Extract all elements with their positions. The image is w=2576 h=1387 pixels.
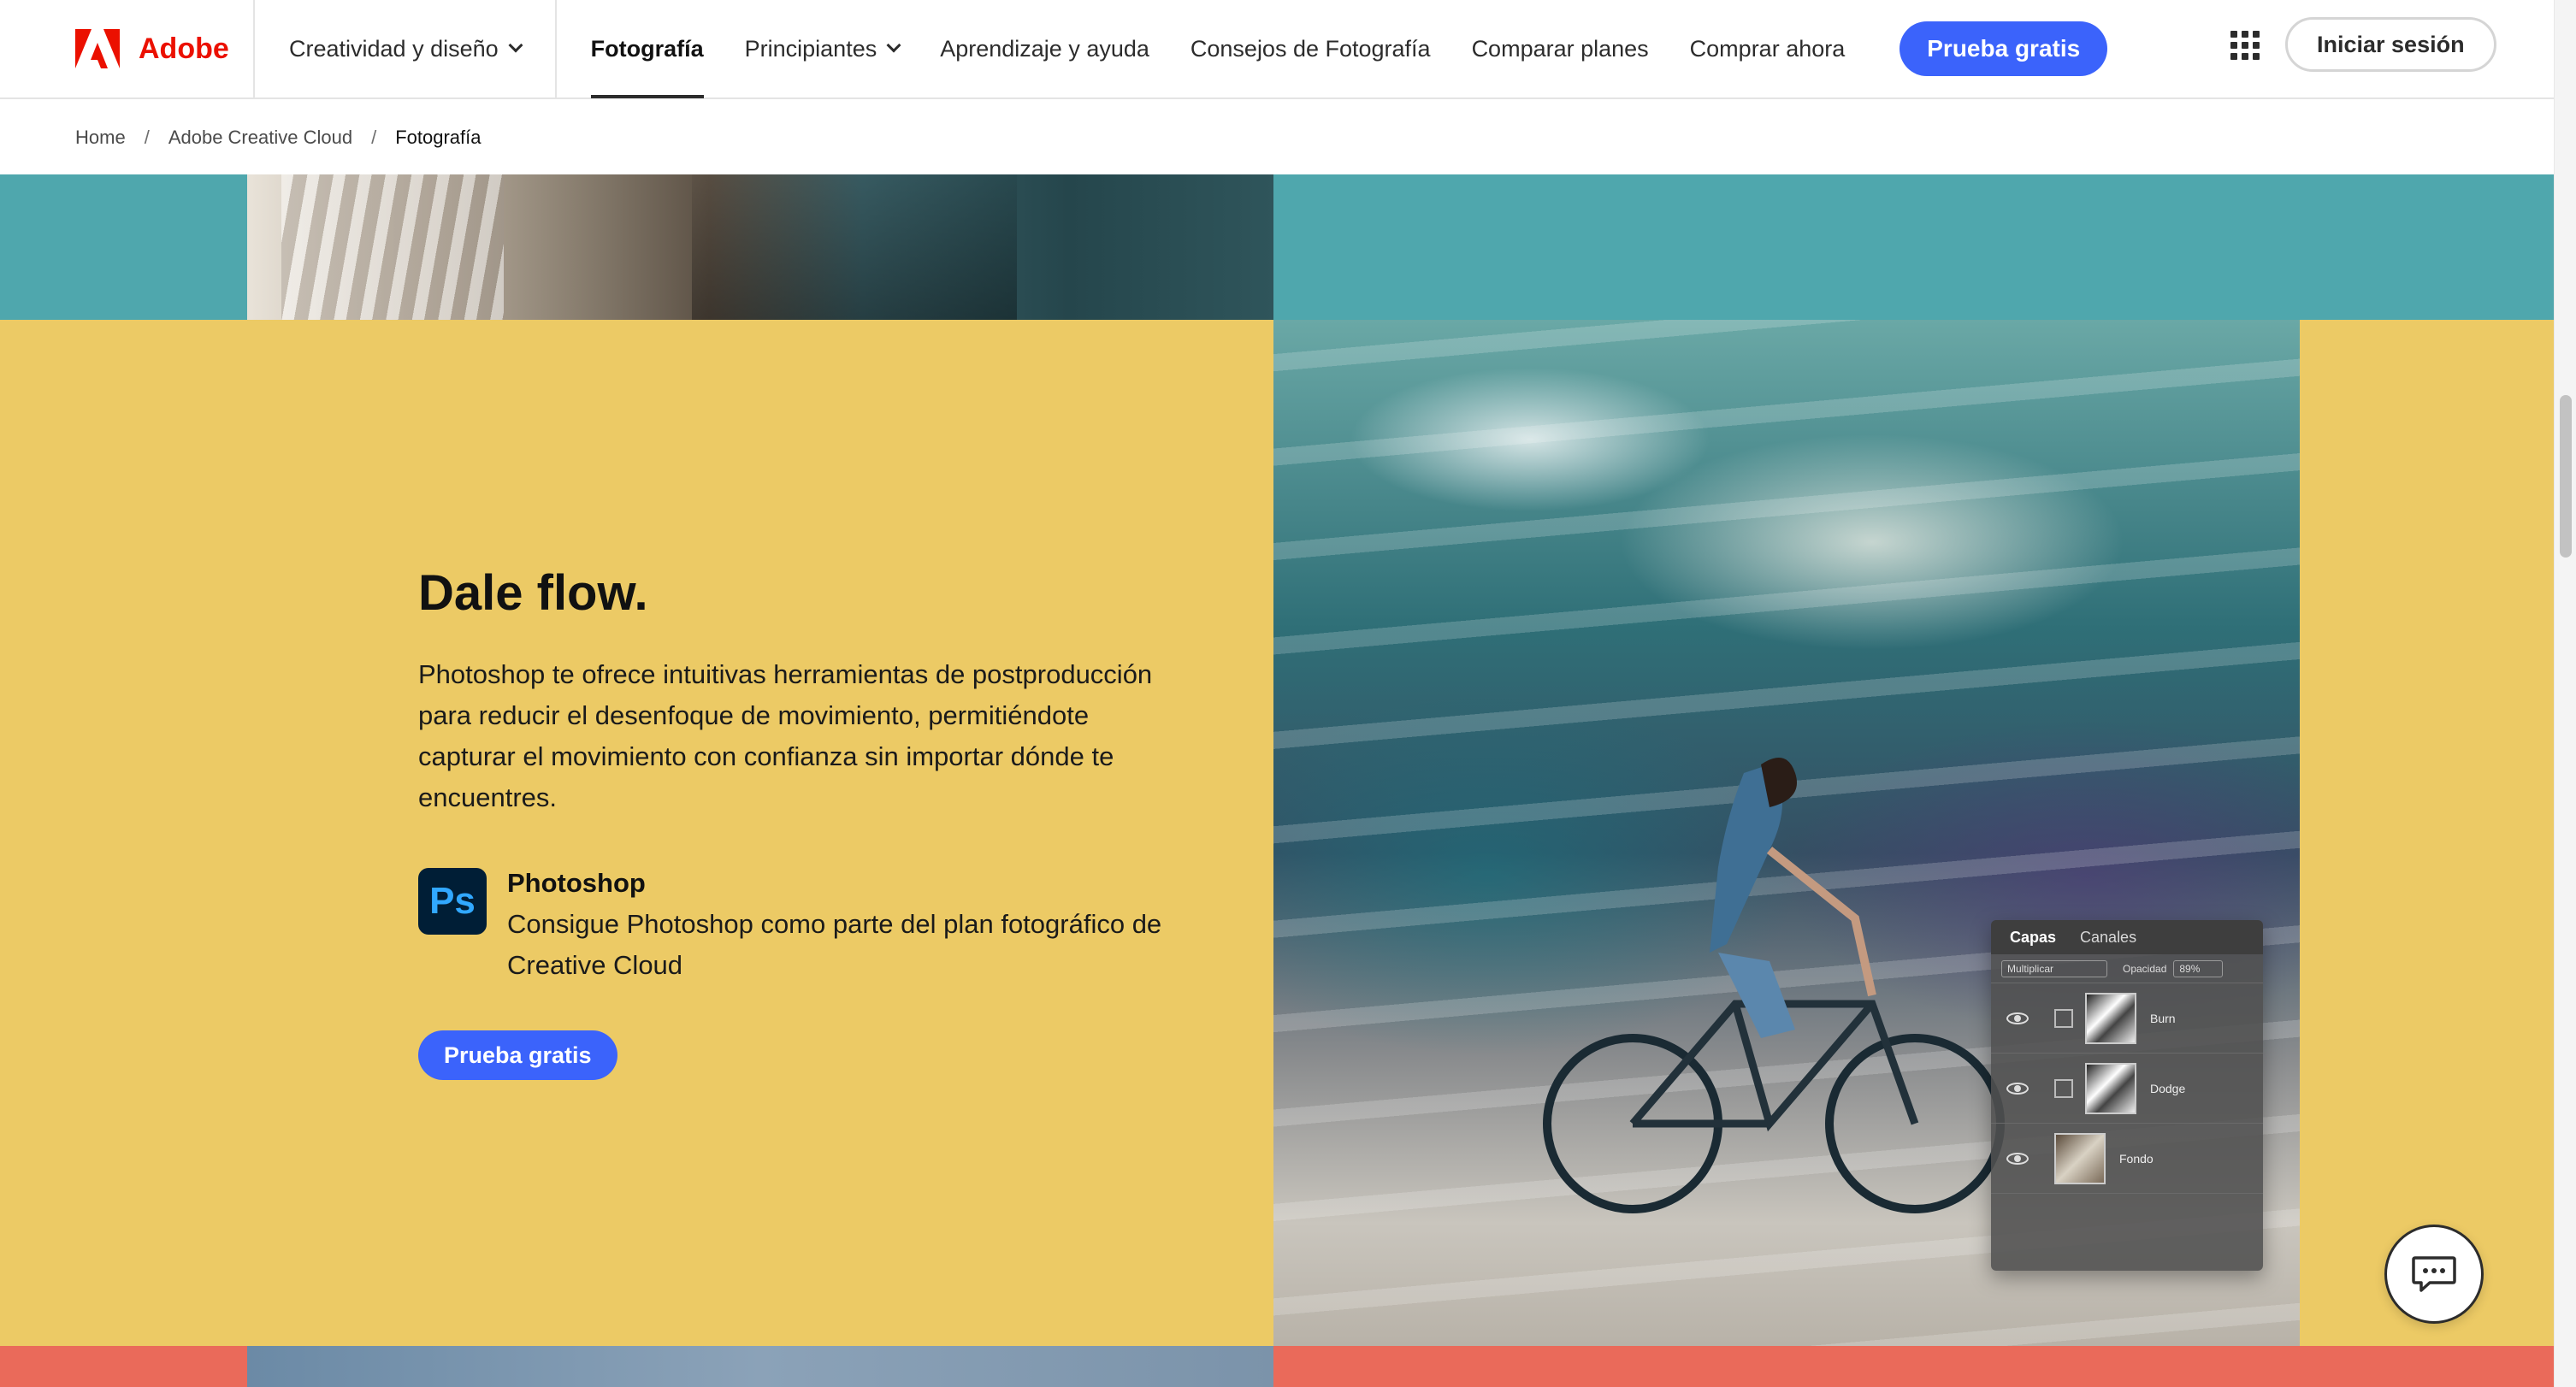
- layers-panel: Capas Canales Multiplicar Opacidad 89% B…: [1991, 920, 2263, 1271]
- breadcrumb-creative-cloud[interactable]: Adobe Creative Cloud: [168, 127, 352, 149]
- breadcrumb: Home / Adobe Creative Cloud / Fotografía: [0, 101, 2554, 174]
- opacity-label: Opacidad: [2123, 962, 2167, 975]
- coastal-stairs-photo: [247, 174, 1273, 320]
- cyclist-illustration-icon: [1543, 758, 2005, 1213]
- opacity-value: 89%: [2173, 959, 2224, 977]
- nav-link-label: Consejos de Fotografía: [1190, 35, 1431, 62]
- scrollbar-thumb[interactable]: [2560, 395, 2572, 558]
- feature-body: Photoshop te ofrece intuitivas herramien…: [418, 659, 1153, 812]
- nav-link-label: Aprendizaje y ayuda: [940, 35, 1149, 62]
- section-nav: Fotografía Principiantes Aprendizaje y a…: [590, 0, 2108, 98]
- breadcrumb-current: Fotografía: [395, 127, 482, 148]
- tab-capas: Capas: [2010, 928, 2057, 946]
- dropdown-label: Creatividad y diseño: [289, 35, 499, 62]
- adjustment-mask-icon: [2054, 1008, 2073, 1028]
- free-trial-button[interactable]: Prueba gratis: [1900, 21, 2108, 76]
- nav-link-label: Fotografía: [590, 35, 704, 62]
- photoshop-icon: Ps: [418, 868, 487, 935]
- layer-thumbnail: [2085, 992, 2136, 1044]
- chat-bubble-icon: [2412, 1256, 2456, 1292]
- creativity-design-dropdown[interactable]: Creatividad y diseño: [255, 0, 557, 98]
- adobe-home-link[interactable]: Adobe: [0, 0, 255, 98]
- product-card: Ps Photoshop Consigue Photoshop como par…: [418, 863, 1171, 986]
- blend-mode-select: Multiplicar: [2001, 959, 2107, 977]
- global-nav: Adobe Creatividad y diseño Fotografía Pr…: [0, 0, 2554, 99]
- chat-button[interactable]: [2384, 1225, 2484, 1324]
- layer-row: Dodge: [1991, 1054, 2263, 1124]
- layer-row: Fondo: [1991, 1124, 2263, 1194]
- layer-name: Dodge: [2150, 1081, 2186, 1095]
- nav-link-comparar-planes[interactable]: Comparar planes: [1472, 0, 1649, 98]
- layer-thumbnail: [2054, 1132, 2106, 1184]
- adjustment-mask-icon: [2054, 1078, 2073, 1098]
- feature-headline: Dale flow.: [418, 565, 648, 621]
- layer-row: Burn: [1991, 983, 2263, 1054]
- breadcrumb-separator: /: [371, 127, 377, 148]
- product-description: Consigue Photoshop como parte del plan f…: [507, 909, 1162, 980]
- layer-thumbnail: [2085, 1062, 2136, 1114]
- breadcrumb-separator: /: [144, 127, 150, 148]
- nav-link-principiantes[interactable]: Principiantes: [744, 0, 901, 98]
- visibility-eye-icon: [2006, 1152, 2029, 1165]
- product-name: Photoshop: [507, 868, 646, 898]
- try-free-button[interactable]: Prueba gratis: [418, 1030, 617, 1080]
- chevron-down-icon: [886, 38, 901, 53]
- nav-link-consejos[interactable]: Consejos de Fotografía: [1191, 0, 1431, 98]
- nav-link-label: Comprar ahora: [1689, 35, 1846, 62]
- visibility-eye-icon: [2006, 1082, 2029, 1095]
- layers-panel-tabs: Capas Canales: [1991, 920, 2263, 954]
- nav-link-aprendizaje[interactable]: Aprendizaje y ayuda: [940, 0, 1149, 98]
- chevron-down-icon: [508, 38, 523, 53]
- layer-name: Burn: [2150, 1011, 2176, 1025]
- next-section-photo: [247, 1346, 1273, 1387]
- nav-link-label: Comparar planes: [1471, 35, 1649, 62]
- nav-link-comprar-ahora[interactable]: Comprar ahora: [1690, 0, 1846, 98]
- sign-in-button[interactable]: Iniciar sesión: [2285, 17, 2496, 72]
- tab-canales: Canales: [2080, 928, 2137, 946]
- nav-link-fotografia[interactable]: Fotografía: [590, 0, 704, 98]
- nav-link-label: Principiantes: [744, 35, 877, 62]
- breadcrumb-home[interactable]: Home: [75, 127, 126, 149]
- feature-text: Dale flow. Photoshop te ofrece intuitiva…: [418, 564, 1171, 1080]
- brand-name: Adobe: [139, 32, 229, 65]
- app-switcher-grid-icon[interactable]: [2230, 31, 2260, 60]
- page-scrollbar[interactable]: [2554, 0, 2576, 1387]
- adobe-logo-icon: [75, 29, 120, 68]
- layer-name: Fondo: [2119, 1151, 2154, 1166]
- layers-panel-controls: Multiplicar Opacidad 89%: [1991, 954, 2263, 983]
- visibility-eye-icon: [2006, 1012, 2029, 1024]
